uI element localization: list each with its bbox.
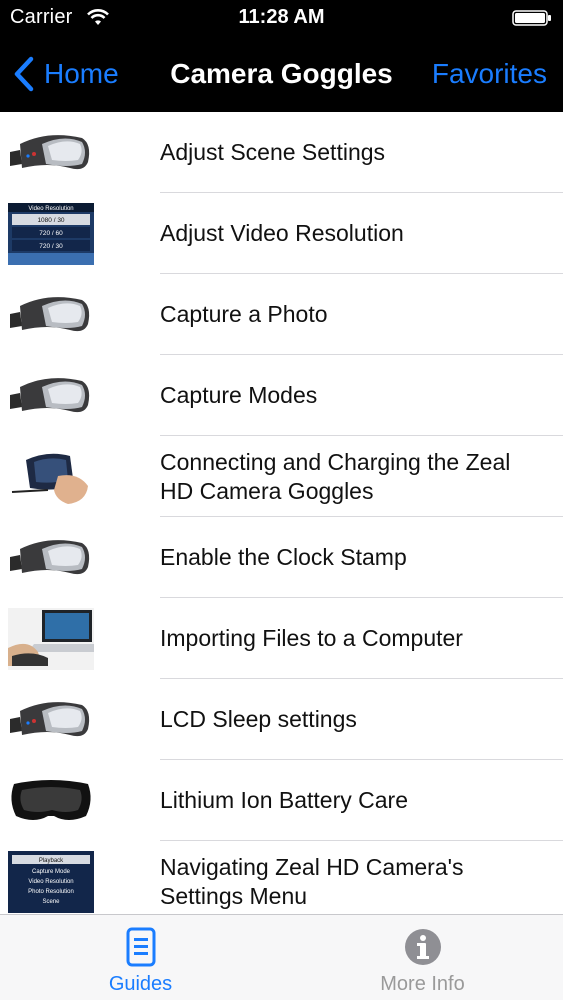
list-item[interactable]: Capture Modes <box>0 355 563 436</box>
guide-list: Adjust Scene Settings Video Resolution 1… <box>0 112 563 914</box>
black-goggles-icon <box>8 770 94 832</box>
status-bar: Carrier 11:28 AM <box>0 0 563 36</box>
list-item[interactable]: Video Resolution 1080 / 30 720 / 60 720 … <box>0 193 563 274</box>
battery-icon <box>512 10 551 26</box>
goggles-icon <box>10 540 90 575</box>
top-bar: Carrier 11:28 AM Home Camera Goggles Fav… <box>0 0 563 112</box>
tab-label: More Info <box>380 973 465 995</box>
list-item[interactable]: Enable the Clock Stamp <box>0 517 563 598</box>
thumb-text: Scene <box>42 899 60 905</box>
list-item[interactable]: Importing Files to a Computer <box>0 598 563 679</box>
document-icon <box>126 927 155 967</box>
thumb-text: Video Resolution <box>28 879 73 885</box>
thumb-text: Capture Mode <box>32 869 71 875</box>
list-item-label: Navigating Zeal HD Camera's Settings Men… <box>160 853 464 909</box>
tab-bar: Guides More Info <box>0 914 563 1000</box>
tab-label: Guides <box>108 973 173 995</box>
charging-goggles-icon <box>8 446 94 508</box>
tab-guides[interactable]: Guides <box>0 915 281 1000</box>
laptop-icon <box>8 608 94 670</box>
navigation-bar: Home Camera Goggles Favorites <box>0 36 563 112</box>
list-item[interactable]: Playback Capture Mode Video Resolution P… <box>0 841 563 914</box>
list-item-label: Capture Modes <box>160 382 318 408</box>
list-item-label: Importing Files to a Computer <box>160 625 463 651</box>
goggles-icon <box>10 135 90 170</box>
thumb-text: Playback <box>39 858 64 864</box>
thumb-text: 720 / 60 <box>39 230 63 237</box>
list-item[interactable]: Adjust Scene Settings <box>0 112 563 193</box>
list-item-label: Adjust Video Resolution <box>160 220 404 246</box>
screen: Carrier 11:28 AM Home Camera Goggles Fav… <box>0 0 563 1000</box>
thumb-text: Video Resolution <box>28 206 73 212</box>
list-item[interactable]: LCD Sleep settings <box>0 679 563 760</box>
list-item-label: Connecting and Charging the Zeal HD Came… <box>160 448 511 504</box>
list-item[interactable]: Lithium Ion Battery Care <box>0 760 563 841</box>
goggles-icon <box>10 378 90 413</box>
favorites-button[interactable]: Favorites <box>432 58 547 90</box>
list-item[interactable]: Capture a Photo <box>0 274 563 355</box>
list-item-label: Lithium Ion Battery Care <box>160 787 409 813</box>
list-item-label: Enable the Clock Stamp <box>160 544 407 570</box>
goggles-icon <box>10 702 90 737</box>
thumb-text: Photo Resolution <box>28 889 74 895</box>
settings-menu-icon: Playback Capture Mode Video Resolution P… <box>8 851 94 913</box>
list-item[interactable]: Connecting and Charging the Zeal HD Came… <box>0 436 563 517</box>
list-item-label: LCD Sleep settings <box>160 706 357 732</box>
tab-more-info[interactable]: More Info <box>282 915 563 1000</box>
list-item-label: Capture a Photo <box>160 301 328 327</box>
status-time: 11:28 AM <box>238 6 325 28</box>
thumb-text: 1080 / 30 <box>37 217 64 224</box>
resolution-menu-icon: Video Resolution 1080 / 30 720 / 60 720 … <box>8 203 94 265</box>
thumb-text: 720 / 30 <box>39 243 63 250</box>
goggles-icon <box>10 297 90 332</box>
info-icon <box>404 929 441 965</box>
list-item-label: Adjust Scene Settings <box>160 139 386 165</box>
